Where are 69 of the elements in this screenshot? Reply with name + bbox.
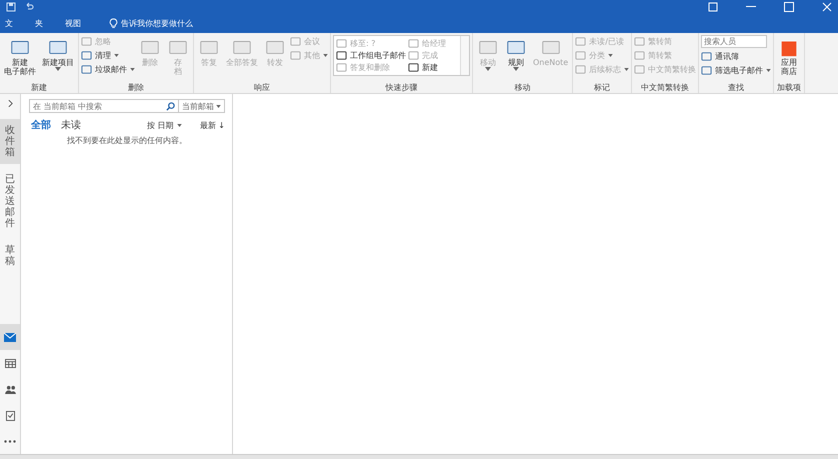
mail-icon: [4, 332, 16, 342]
command-icon: [336, 38, 347, 48]
ribbon-button[interactable]: 筛选电子邮件: [701, 64, 772, 76]
sort-dropdown[interactable]: 按 日期: [147, 120, 182, 130]
caret-icon: [216, 104, 221, 108]
ribbon-tab[interactable]: 视图: [65, 18, 81, 28]
group-label: 快速步骤: [384, 82, 418, 93]
caret-icon: [176, 124, 182, 126]
group-label: 查找: [727, 82, 746, 93]
command-icon: [290, 50, 301, 60]
command-icon: [575, 64, 586, 74]
command-icon: [575, 36, 586, 46]
ribbon-button[interactable]: 清理: [81, 49, 135, 61]
group-label: 中文简繁转换: [640, 82, 690, 93]
task-icon: [6, 410, 14, 420]
group-label: 响应: [253, 82, 271, 93]
command-icon: [336, 50, 347, 61]
quick-step[interactable]: 新建: [408, 62, 458, 74]
quick-step[interactable]: 工作组电子邮件: [336, 49, 408, 62]
maximize-icon[interactable]: [784, 2, 794, 12]
group-label: 移动: [514, 82, 532, 93]
command-icon: [634, 64, 646, 74]
ribbon-tab[interactable]: 夹: [35, 18, 43, 28]
search-icon: [166, 102, 175, 111]
ribbon-button[interactable]: 新建 电子邮件: [2, 35, 38, 77]
command-icon: [81, 64, 92, 74]
group-label: 删除: [127, 82, 145, 93]
expand-icon[interactable]: [8, 100, 12, 107]
undo-icon[interactable]: [24, 2, 34, 12]
command-icon: [81, 50, 92, 60]
filter-tab[interactable]: 未读: [61, 118, 81, 132]
group-label: 加载项: [776, 82, 802, 93]
folder-tab[interactable]: 已发送邮件: [0, 168, 20, 235]
command-icon: [408, 50, 419, 61]
folder-tab[interactable]: 草稿: [0, 239, 20, 273]
ribbon-button[interactable]: 规则: [503, 35, 529, 72]
minimize-icon[interactable]: [746, 6, 756, 8]
folder-tab[interactable]: 收件箱: [0, 119, 20, 164]
close-icon[interactable]: [822, 2, 832, 12]
ribbon-tab[interactable]: 文: [5, 18, 13, 28]
sort-order-button[interactable]: 最新 ↓: [200, 120, 225, 130]
ribbon-button[interactable]: 应用 商店: [776, 35, 802, 77]
command-icon: [290, 36, 301, 46]
calendar-icon: [4, 358, 16, 368]
mail-search-field[interactable]: 在 当前邮箱 中搜索: [29, 99, 179, 113]
more-icon: [4, 440, 16, 442]
command-icon: [701, 50, 712, 62]
lightbulb-icon: [109, 18, 118, 28]
ribbon-button[interactable]: 垃圾邮件: [81, 63, 135, 75]
people-icon: [4, 384, 16, 394]
command-icon: [408, 38, 419, 48]
ribbon-button[interactable]: 通讯簿: [701, 50, 772, 62]
search-scope-dropdown[interactable]: 当前邮箱: [179, 99, 225, 113]
tell-me-box[interactable]: 告诉我你想要做什么: [109, 18, 193, 28]
command-icon: [634, 36, 646, 46]
save-icon[interactable]: [6, 2, 16, 12]
search-people-field[interactable]: 搜索人员: [701, 35, 768, 48]
command-icon: [336, 62, 347, 74]
command-icon: [408, 62, 419, 74]
ribbon-button[interactable]: 新建项目: [40, 35, 76, 72]
empty-message: 找不到要在此处显示的任何内容。: [66, 135, 188, 146]
command-icon: [81, 36, 92, 46]
group-label: 新建: [30, 82, 48, 93]
command-icon: [634, 50, 646, 60]
filter-tab[interactable]: 全部: [31, 118, 51, 132]
command-icon: [575, 50, 586, 60]
group-label: 标记: [593, 82, 612, 93]
command-icon: [701, 64, 712, 76]
module-button[interactable]: [0, 324, 20, 350]
